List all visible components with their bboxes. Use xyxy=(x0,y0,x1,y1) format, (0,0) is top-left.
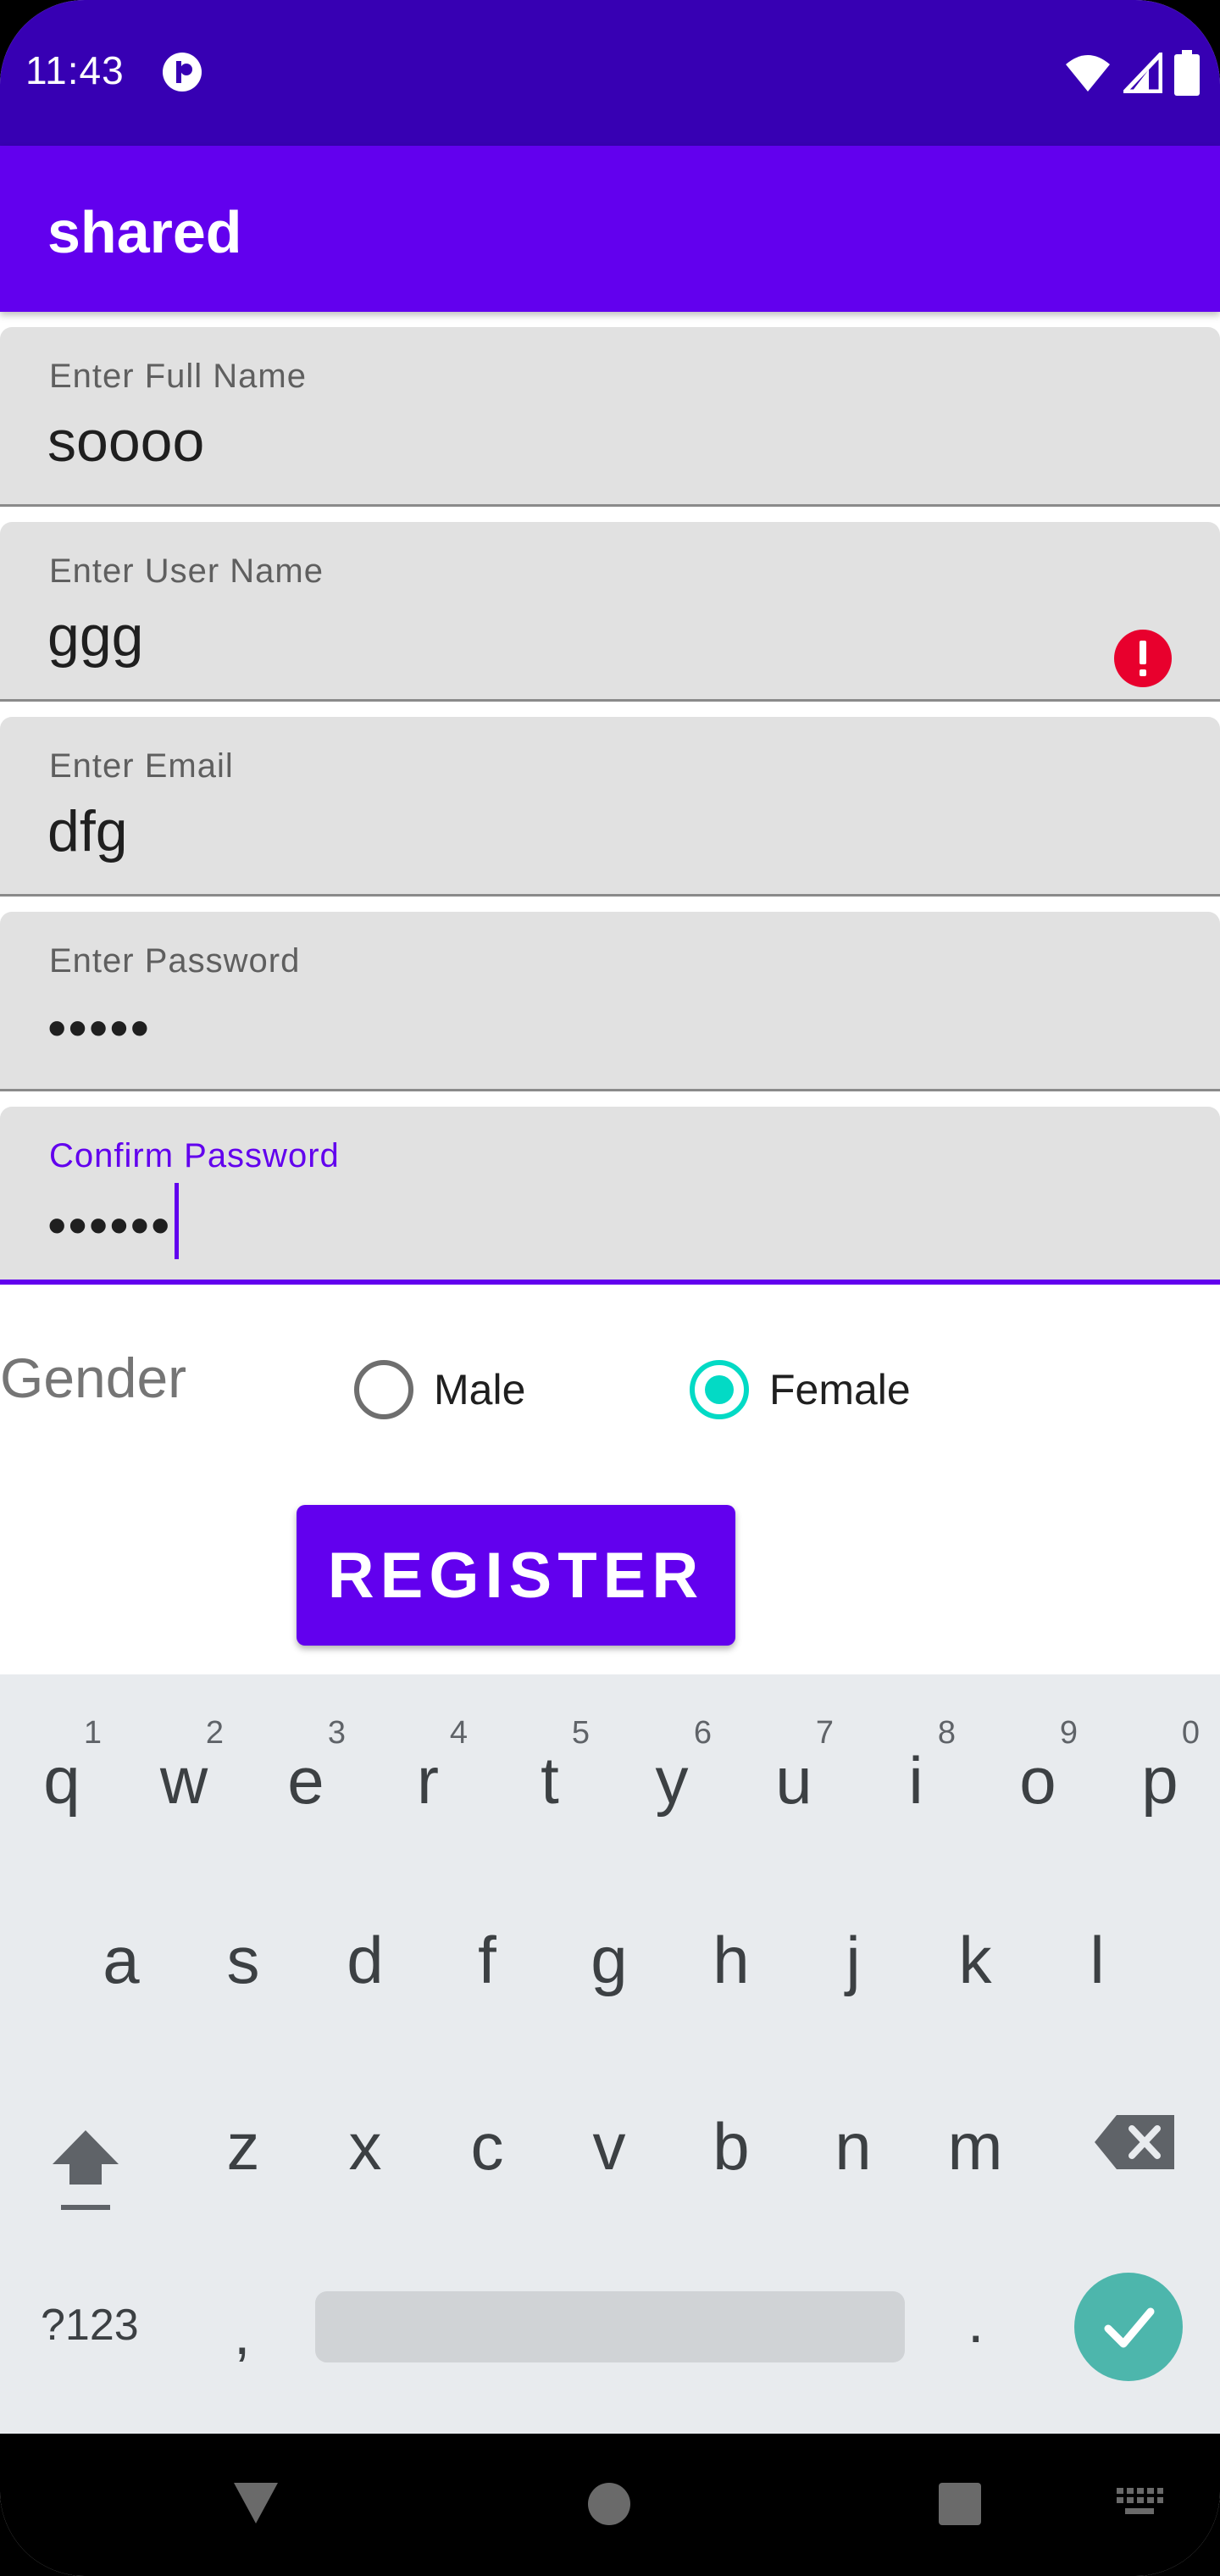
enter-key[interactable] xyxy=(1074,2273,1183,2381)
key-k[interactable]: k xyxy=(920,1891,1030,2061)
key-h[interactable]: h xyxy=(676,1891,786,2061)
key-w[interactable]: 2w xyxy=(129,1691,239,1861)
radio-female[interactable]: Female xyxy=(690,1356,911,1424)
back-icon[interactable] xyxy=(230,2479,281,2527)
key-x[interactable]: x xyxy=(310,2078,420,2247)
key-d[interactable]: d xyxy=(310,1891,420,2061)
email-label: Enter Email xyxy=(49,747,234,785)
password-field[interactable]: Enter Password ••••• xyxy=(0,912,1220,1091)
gender-label: Gender xyxy=(0,1346,187,1409)
radio-female-circle[interactable] xyxy=(690,1360,749,1419)
user-name-value: ggg xyxy=(47,604,144,669)
confirm-password-value: •••••• xyxy=(47,1194,172,1256)
password-value: ••••• xyxy=(47,997,152,1058)
backspace-icon xyxy=(1095,2115,1174,2169)
home-icon[interactable] xyxy=(586,2481,632,2527)
key-b[interactable]: b xyxy=(676,2078,786,2247)
wifi-icon xyxy=(1066,55,1110,92)
email-value: dfg xyxy=(47,799,128,863)
status-icons xyxy=(1064,49,1200,97)
key-v[interactable]: v xyxy=(554,2078,664,2247)
password-label: Enter Password xyxy=(49,942,301,980)
comma-key[interactable]: , xyxy=(234,2300,250,2368)
key-j[interactable]: j xyxy=(798,1891,908,2061)
signal-icon xyxy=(1123,53,1162,93)
key-r[interactable]: 4r xyxy=(373,1691,483,1861)
radio-male-label[interactable]: Male xyxy=(434,1365,525,1414)
error-icon xyxy=(1114,630,1172,687)
key-i[interactable]: 8i xyxy=(861,1691,971,1861)
confirm-password-value-wrap: •••••• xyxy=(47,1183,180,1268)
key-z[interactable]: z xyxy=(188,2078,298,2247)
app-title: shared xyxy=(47,199,242,265)
app-status-icon xyxy=(163,53,202,92)
backspace-key[interactable] xyxy=(1076,2078,1195,2247)
user-name-label: Enter User Name xyxy=(49,552,324,590)
status-bar: 11:43 xyxy=(0,0,1220,146)
key-f[interactable]: f xyxy=(432,1891,542,2061)
confirm-password-label: Confirm Password xyxy=(49,1137,340,1174)
app-bar: shared xyxy=(0,146,1220,312)
key-q[interactable]: 1q xyxy=(7,1691,117,1861)
email-field[interactable]: Enter Email dfg xyxy=(0,717,1220,897)
symbols-key[interactable]: ?123 xyxy=(41,2300,139,2351)
key-p[interactable]: 0p xyxy=(1105,1691,1215,1861)
text-cursor xyxy=(175,1183,180,1259)
space-key[interactable] xyxy=(315,2291,905,2362)
full-name-field[interactable]: Enter Full Name soooo xyxy=(0,327,1220,507)
radio-male[interactable]: Male xyxy=(354,1356,525,1424)
user-name-field[interactable]: Enter User Name ggg xyxy=(0,522,1220,702)
key-a[interactable]: a xyxy=(66,1891,176,2061)
key-t[interactable]: 5t xyxy=(495,1691,605,1861)
radio-male-circle[interactable] xyxy=(354,1360,413,1419)
keyboard-switch-icon[interactable] xyxy=(1115,2486,1164,2520)
key-m[interactable]: m xyxy=(920,2078,1030,2247)
key-n[interactable]: n xyxy=(798,2078,908,2247)
recents-icon[interactable] xyxy=(937,2481,983,2527)
full-name-label: Enter Full Name xyxy=(49,358,307,395)
status-time: 11:43 xyxy=(25,48,125,92)
confirm-password-field[interactable]: Confirm Password •••••• xyxy=(0,1107,1220,1285)
radio-female-label[interactable]: Female xyxy=(769,1365,911,1414)
key-y[interactable]: 6y xyxy=(617,1691,727,1861)
full-name-value: soooo xyxy=(47,409,205,474)
phone-screen: 11:43 shared Enter Full Name soooo Enter… xyxy=(0,0,1220,2576)
key-u[interactable]: 7u xyxy=(739,1691,849,1861)
key-o[interactable]: 9o xyxy=(983,1691,1093,1861)
navigation-bar xyxy=(0,2434,1220,2576)
shift-key[interactable] xyxy=(30,2078,141,2247)
key-e[interactable]: 3e xyxy=(251,1691,361,1861)
key-l[interactable]: l xyxy=(1042,1891,1152,2061)
period-key[interactable]: . xyxy=(968,2288,984,2356)
battery-icon xyxy=(1174,50,1200,96)
key-c[interactable]: c xyxy=(432,2078,542,2247)
register-button[interactable]: REGISTER xyxy=(297,1505,735,1646)
shift-icon xyxy=(53,2130,119,2210)
key-s[interactable]: s xyxy=(188,1891,298,2061)
check-icon xyxy=(1104,2307,1155,2348)
key-g[interactable]: g xyxy=(554,1891,664,2061)
